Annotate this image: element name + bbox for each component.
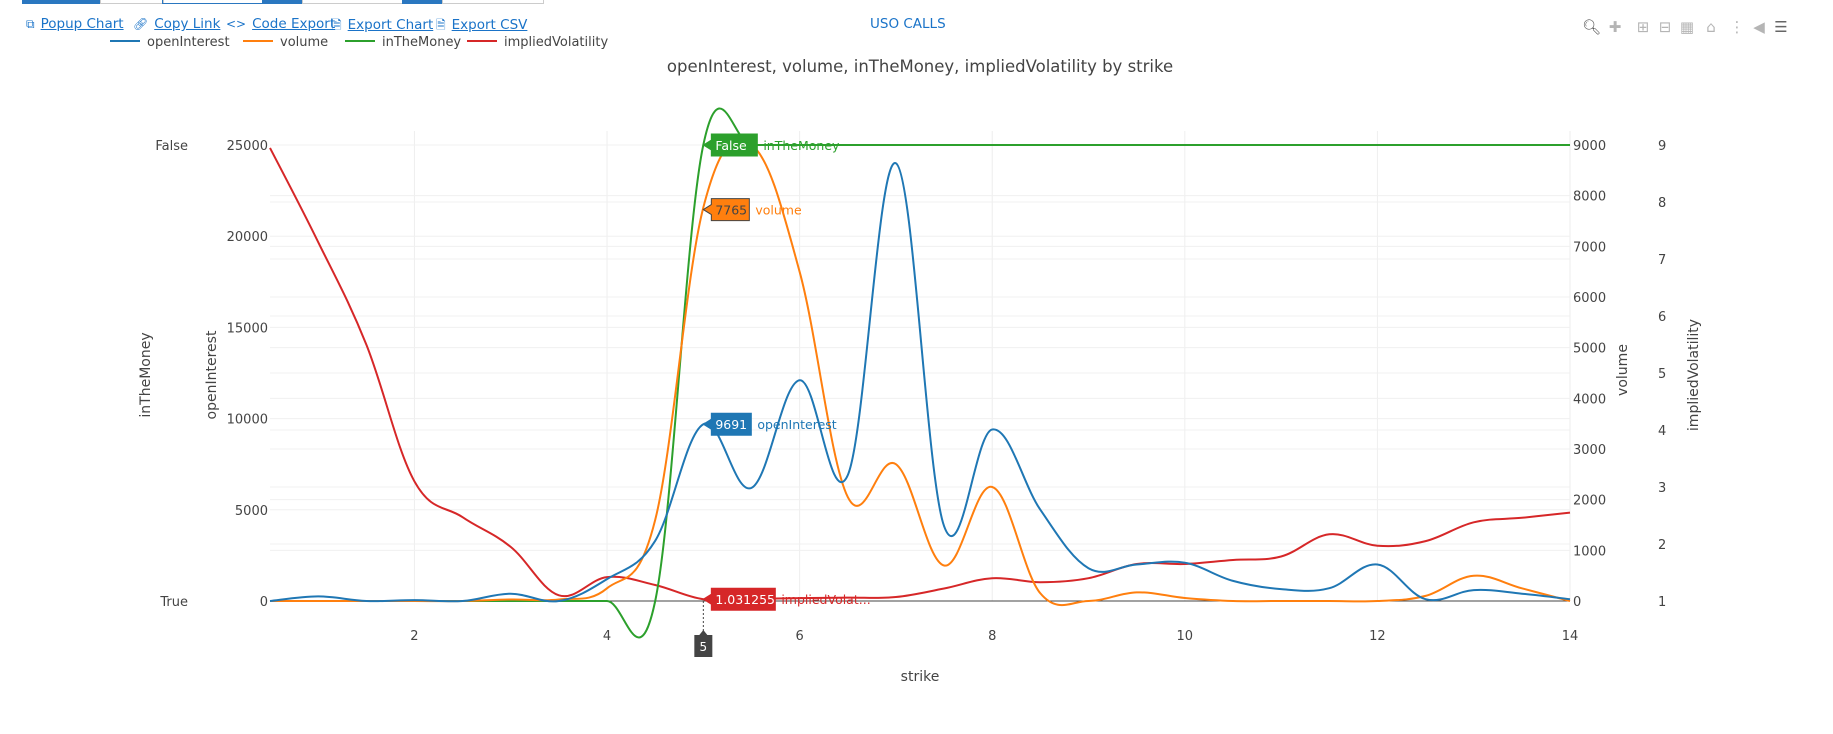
x-tick-label: 14 bbox=[1562, 629, 1579, 644]
legend-item-inthemoney[interactable]: inTheMoney bbox=[345, 35, 461, 50]
hover-series-name: inTheMoney bbox=[763, 138, 840, 153]
volume-tick-label: 3000 bbox=[1573, 443, 1606, 458]
legend-item-impliedvolatility[interactable]: impliedVolatility bbox=[467, 35, 608, 50]
openinterest-tick-label: 0 bbox=[260, 595, 268, 610]
impliedvolatility-tick-label: 4 bbox=[1658, 424, 1666, 439]
legend-label: impliedVolatility bbox=[504, 35, 608, 50]
legend: openInterest volume inTheMoney impliedVolat… bbox=[110, 35, 608, 50]
legend-label: volume bbox=[280, 35, 328, 50]
chart-title: openInterest, volume, inTheMoney, implie… bbox=[667, 57, 1173, 76]
impliedvolatility-tick-label: 8 bbox=[1658, 196, 1666, 211]
legend-label: inTheMoney bbox=[382, 35, 461, 50]
inthemoney-tick-label: True bbox=[159, 595, 188, 610]
x-tick-label: 2 bbox=[410, 629, 418, 644]
x-tick-label: 8 bbox=[988, 629, 996, 644]
impliedvolatility-tick-label: 7 bbox=[1658, 253, 1666, 268]
hover-label-openinterest: 9691 openInterest bbox=[702, 412, 837, 436]
impliedvolatility-axis-title: impliedVolatility bbox=[1686, 319, 1702, 431]
hover-series-name: openInterest bbox=[757, 417, 836, 432]
openinterest-tick-label: 15000 bbox=[227, 321, 268, 336]
impliedvolatility-tick-label: 6 bbox=[1658, 310, 1666, 325]
impliedvolatility-tick-label: 1 bbox=[1658, 595, 1666, 610]
volume-tick-label: 8000 bbox=[1573, 190, 1606, 205]
legend-item-openinterest[interactable]: openInterest bbox=[110, 35, 230, 50]
chart-figure: openInterest, volume, inTheMoney, implie… bbox=[110, 35, 1702, 685]
impliedvolatility-tick-label: 9 bbox=[1658, 139, 1666, 154]
x-tick-label: 12 bbox=[1369, 629, 1386, 644]
legend-item-volume[interactable]: volume bbox=[243, 35, 328, 50]
volume-tick-label: 0 bbox=[1573, 595, 1581, 610]
series-line-impliedvolatility bbox=[269, 147, 1571, 602]
volume-tick-label: 9000 bbox=[1573, 139, 1606, 154]
x-hover-label: 5 bbox=[700, 640, 708, 654]
openinterest-tick-label: 20000 bbox=[227, 230, 268, 245]
volume-axis-title: volume bbox=[1615, 344, 1631, 396]
x-tick-label: 4 bbox=[603, 629, 611, 644]
legend-label: openInterest bbox=[147, 35, 230, 50]
x-tick-label: 6 bbox=[795, 629, 803, 644]
hover-label-inthemoney: False inTheMoney bbox=[702, 133, 840, 157]
openinterest-axis-title: openInterest bbox=[204, 330, 220, 419]
hover-label-impliedvolatility: 1.031255 impliedVolat... bbox=[702, 587, 871, 611]
volume-tick-label: 6000 bbox=[1573, 291, 1606, 306]
openinterest-tick-label: 5000 bbox=[235, 504, 268, 519]
x-tick-label: 10 bbox=[1177, 629, 1194, 644]
inthemoney-axis-title: inTheMoney bbox=[138, 332, 154, 417]
hover-value: 7765 bbox=[715, 203, 747, 218]
volume-tick-label: 5000 bbox=[1573, 342, 1606, 357]
volume-tick-label: 4000 bbox=[1573, 392, 1606, 407]
openinterest-tick-label: 10000 bbox=[227, 413, 268, 428]
hover-value: False bbox=[715, 138, 747, 153]
grid bbox=[270, 131, 1571, 602]
inthemoney-tick-label: False bbox=[155, 139, 188, 154]
volume-tick-label: 1000 bbox=[1573, 544, 1606, 559]
hover-labels: 5 False inTheMoney 7765 volume 9691 openIntere… bbox=[694, 133, 871, 657]
volume-tick-label: 2000 bbox=[1573, 494, 1606, 509]
volume-tick-label: 7000 bbox=[1573, 240, 1606, 255]
openinterest-tick-label: 25000 bbox=[227, 139, 268, 154]
series-line-openinterest bbox=[269, 162, 1571, 603]
impliedvolatility-tick-label: 5 bbox=[1658, 367, 1666, 382]
hover-value: 9691 bbox=[715, 417, 747, 432]
hover-series-name: impliedVolat... bbox=[781, 592, 870, 607]
impliedvolatility-tick-label: 2 bbox=[1658, 538, 1666, 553]
hover-series-name: volume bbox=[755, 203, 802, 218]
hover-value: 1.031255 bbox=[715, 592, 775, 607]
x-axis-title: strike bbox=[901, 669, 940, 685]
impliedvolatility-tick-label: 3 bbox=[1658, 481, 1666, 496]
